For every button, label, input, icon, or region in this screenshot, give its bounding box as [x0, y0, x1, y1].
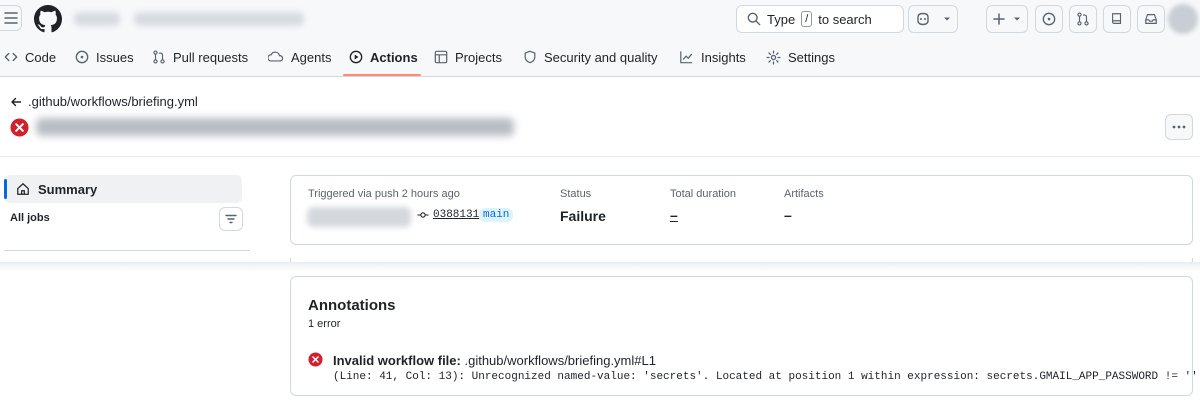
graph-icon	[680, 51, 693, 64]
annotation-message: (Line: 41, Col: 13): Unrecognized named-…	[333, 371, 1198, 383]
run-summary-card: Triggered via push 2 hours ago 0388131 m…	[290, 175, 1193, 245]
inbox-button[interactable]	[1137, 5, 1165, 33]
artifacts-label: Artifacts	[784, 188, 824, 200]
github-logo-icon[interactable]	[34, 5, 62, 33]
annotation-heading[interactable]: Invalid workflow file: .github/workflows…	[333, 353, 656, 368]
sidebar-summary-label: Summary	[38, 181, 98, 197]
all-jobs-heading: All jobs	[10, 212, 50, 224]
duration-value[interactable]: –	[670, 207, 678, 223]
annotations-count: 1 error	[308, 318, 341, 330]
tab-projects[interactable]: Projects	[434, 38, 502, 76]
search-placeholder-prefix: Type	[767, 11, 796, 27]
annotation-file-link[interactable]: .github/workflows/briefing.yml#L1	[464, 353, 655, 368]
create-new-button[interactable]	[986, 5, 1028, 33]
sidebar-divider	[4, 250, 250, 251]
tab-settings[interactable]: Settings	[766, 38, 835, 76]
tab-actions-label: Actions	[370, 49, 418, 65]
tab-pull-requests[interactable]: Pull requests	[152, 38, 248, 76]
workflow-back-link[interactable]: .github/workflows/briefing.yml	[10, 94, 198, 109]
gear-icon	[766, 49, 781, 65]
active-tab-underline	[343, 74, 421, 76]
repo-nav: Code Issues Pull requests Agents Actions…	[0, 38, 1200, 77]
run-menu-button[interactable]	[1165, 114, 1193, 140]
tab-code-label: Code	[25, 49, 57, 65]
header-divider	[0, 156, 1200, 157]
repo-name-redacted[interactable]	[134, 12, 304, 26]
annotation-heading-label: Invalid workflow file:	[333, 353, 461, 368]
pull-requests-button[interactable]	[1069, 5, 1097, 33]
play-icon	[349, 50, 363, 64]
status-label: Status	[560, 188, 592, 200]
actor-redacted[interactable]	[307, 207, 411, 227]
tab-projects-label: Projects	[455, 49, 502, 65]
failure-status-icon	[10, 118, 29, 137]
owner-name-redacted[interactable]	[74, 12, 120, 26]
hamburger-icon	[3, 12, 18, 24]
repo-icon	[1112, 13, 1122, 24]
chevron-down-icon	[944, 17, 950, 21]
avatar[interactable]	[1168, 4, 1198, 34]
filter-icon	[225, 214, 237, 224]
home-icon	[17, 183, 29, 195]
tab-settings-label: Settings	[788, 49, 835, 65]
agents-icon	[268, 51, 284, 62]
repositories-button[interactable]	[1103, 5, 1131, 33]
arrow-left-icon	[11, 97, 22, 106]
search-icon	[747, 12, 761, 26]
scroll-fade	[0, 262, 1200, 272]
sidebar-item-summary[interactable]: Summary	[4, 175, 242, 203]
issue-opened-icon	[1042, 12, 1056, 26]
menu-button[interactable]	[0, 5, 22, 31]
tab-issues-label: Issues	[96, 49, 134, 65]
annotations-card: Annotations 1 error Invalid workflow fil…	[290, 276, 1198, 396]
tab-security[interactable]: Security and quality	[523, 38, 657, 76]
copilot-button[interactable]	[908, 5, 958, 33]
tab-actions[interactable]: Actions	[349, 38, 418, 76]
pull-request-icon	[153, 50, 165, 64]
tab-agents[interactable]: Agents	[268, 38, 331, 76]
workflow-file-path: .github/workflows/briefing.yml	[28, 94, 198, 109]
tab-code[interactable]: Code	[4, 38, 56, 76]
filter-jobs-button[interactable]	[219, 207, 243, 231]
search-placeholder-suffix: to search	[818, 11, 872, 27]
trigger-label: Triggered via push 2 hours ago	[308, 188, 460, 200]
tab-insights-label: Insights	[701, 49, 746, 65]
tab-issues[interactable]: Issues	[75, 38, 134, 76]
artifacts-value: –	[784, 207, 792, 223]
tab-security-label: Security and quality	[544, 49, 658, 65]
git-commit-icon	[417, 212, 429, 218]
pull-request-icon	[1077, 12, 1089, 26]
duration-label: Total duration	[670, 188, 737, 200]
issue-icon	[75, 50, 89, 64]
kebab-horizontal-icon	[1172, 125, 1186, 129]
tab-pull-requests-label: Pull requests	[173, 49, 249, 65]
error-icon	[308, 352, 323, 367]
tab-insights[interactable]: Insights	[679, 38, 746, 76]
annotations-title: Annotations	[308, 297, 396, 314]
issues-button[interactable]	[1035, 5, 1063, 33]
chevron-down-icon	[1014, 17, 1020, 21]
run-title-redacted	[36, 118, 514, 136]
branch-badge[interactable]: main	[479, 208, 514, 222]
copilot-icon	[917, 12, 929, 26]
inbox-icon	[1145, 14, 1157, 24]
tab-agents-label: Agents	[291, 49, 332, 65]
global-header: Type / to search	[0, 0, 1200, 38]
commit-sha: 0388131	[433, 209, 480, 221]
plus-icon	[993, 13, 1005, 25]
commit-link[interactable]: 0388131	[417, 209, 479, 221]
shield-icon	[524, 50, 536, 64]
table-icon	[434, 50, 448, 64]
search-input[interactable]: Type / to search	[736, 5, 904, 33]
search-shortcut-key: /	[801, 11, 813, 27]
code-icon	[4, 52, 18, 62]
status-value: Failure	[560, 208, 606, 224]
